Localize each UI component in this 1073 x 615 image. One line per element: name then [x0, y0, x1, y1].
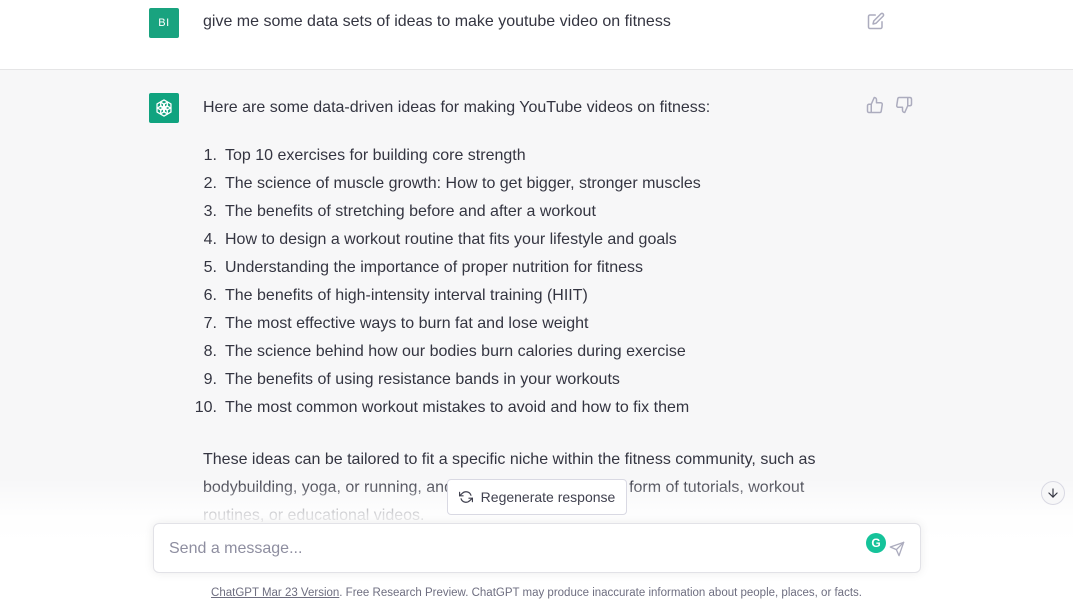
list-item: 1. Top 10 exercises for building core str…	[203, 146, 843, 174]
list-item: 2. The science of muscle growth: How to g…	[203, 174, 843, 202]
arrow-down-icon	[1048, 488, 1058, 498]
assistant-answer: Here are some data-driven ideas for maki…	[195, 98, 843, 530]
thumbs-up-icon[interactable]	[866, 96, 884, 114]
list-item-text: The benefits of stretching before and af…	[225, 203, 596, 220]
edit-icon[interactable]	[867, 12, 885, 30]
message-input[interactable]	[169, 538, 849, 560]
scroll-to-bottom-button[interactable]	[1041, 481, 1065, 505]
list-number: 5.	[203, 259, 217, 276]
version-link[interactable]: ChatGPT Mar 23 Version	[211, 587, 339, 599]
list-number: 10.	[194, 399, 217, 416]
list-item: 6. The benefits of high-intensity interva…	[203, 286, 843, 314]
regenerate-label: Regenerate response	[480, 489, 616, 505]
list-number: 1.	[203, 147, 217, 164]
list-number: 4.	[203, 231, 217, 248]
grammarly-icon[interactable]: G	[866, 533, 886, 553]
list-item-text: How to design a workout routine that fit…	[225, 231, 677, 248]
list-number: 7.	[203, 315, 217, 332]
list-number: 6.	[203, 287, 217, 304]
list-item-text: Top 10 exercises for building core stren…	[225, 147, 526, 164]
list-item-text: Understanding the importance of proper n…	[225, 259, 644, 276]
list-item: 5. Understanding the importance of proper…	[203, 258, 843, 286]
message-composer: G	[153, 523, 921, 573]
list-item: 8. The science behind how our bodies burn…	[203, 342, 843, 370]
refresh-icon	[458, 491, 473, 503]
list-item: 3. The benefits of stretching before and …	[203, 202, 843, 230]
list-item-text: The benefits of high-intensity interval …	[225, 287, 588, 304]
thumbs-down-icon[interactable]	[895, 96, 913, 114]
list-item-text: The science of muscle growth: How to get…	[225, 175, 701, 192]
openai-logo-icon	[149, 93, 179, 123]
list-item: 7. The most effective ways to burn fat an…	[203, 314, 843, 342]
footer-disclaimer: ChatGPT Mar 23 Version. Free Research Pr…	[0, 585, 1073, 601]
user-avatar: BI	[149, 8, 179, 38]
list-item: 10. The most common workout mistakes to a…	[195, 398, 843, 426]
list-item-text: The most common workout mistakes to avoi…	[225, 399, 690, 416]
disclaimer-text: . Free Research Preview. ChatGPT may pro…	[339, 587, 862, 599]
list-item-text: The most effective ways to burn fat and …	[225, 315, 589, 332]
list-number: 2.	[203, 175, 217, 192]
list-number: 9.	[203, 371, 217, 388]
list-number: 3.	[203, 203, 217, 220]
user-message-row: BI give me some data sets of ideas to ma…	[0, 0, 1073, 70]
answer-intro: Here are some data-driven ideas for maki…	[203, 99, 711, 116]
list-item-text: The benefits of using resistance bands i…	[225, 371, 620, 388]
list-item: 4. How to design a workout routine that f…	[203, 230, 843, 258]
user-message-text: give me some data sets of ideas to make …	[203, 13, 671, 30]
ideas-list: 1. Top 10 exercises for building core str…	[195, 146, 843, 426]
send-icon[interactable]	[889, 541, 905, 557]
regenerate-response-button[interactable]: Regenerate response	[447, 479, 627, 515]
list-item-text: The science behind how our bodies burn c…	[225, 343, 686, 360]
list-number: 8.	[203, 343, 217, 360]
list-item: 9. The benefits of using resistance bands…	[203, 370, 843, 398]
